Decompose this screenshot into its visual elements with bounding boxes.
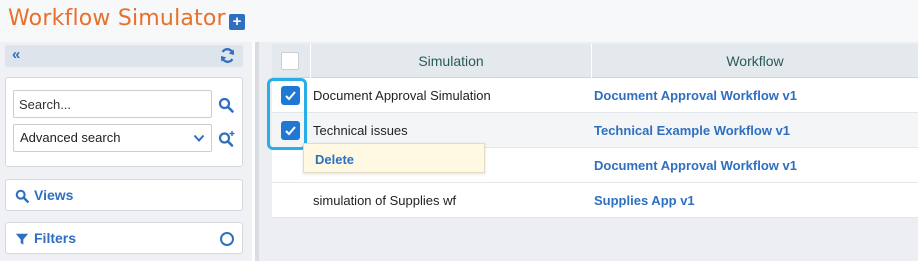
filter-icon	[15, 233, 29, 245]
sidebar-collapse-bar: «	[5, 45, 243, 67]
filters-panel[interactable]: Filters	[5, 222, 243, 254]
delete-menu-item[interactable]: Delete	[315, 152, 354, 167]
app-title: Workflow Simulator	[8, 6, 226, 31]
search-icon	[15, 189, 29, 203]
add-simulation-button[interactable]: +	[229, 14, 245, 30]
advanced-search-label: Advanced search	[20, 130, 121, 145]
workflow-link[interactable]: Supplies App v1	[594, 183, 695, 218]
selection-highlight	[267, 78, 307, 150]
simulations-grid: Simulation Workflow Document Approval Si…	[272, 44, 918, 218]
table-row[interactable]: Document Approval Simulation Document Ap…	[272, 78, 918, 113]
circle-icon[interactable]	[220, 232, 234, 246]
chevron-down-icon	[193, 134, 205, 142]
views-panel[interactable]: Views	[5, 179, 243, 211]
refresh-icon[interactable]	[219, 47, 236, 64]
search-icon[interactable]	[218, 97, 234, 113]
search-input[interactable]	[13, 90, 212, 118]
workflow-link[interactable]: Document Approval Workflow v1	[594, 148, 797, 183]
column-header-workflow[interactable]: Workflow	[591, 44, 918, 78]
workflow-link[interactable]: Technical Example Workflow v1	[594, 113, 790, 148]
select-all-checkbox[interactable]	[281, 52, 299, 70]
app-header: Workflow Simulator +	[0, 0, 918, 42]
simulation-name[interactable]: Document Approval Simulation	[313, 78, 491, 113]
table-row[interactable]: simulation of Supplies wf Supplies App v…	[272, 183, 918, 218]
grid-header: Simulation Workflow	[272, 44, 918, 78]
views-label: Views	[34, 187, 74, 203]
column-header-simulation[interactable]: Simulation	[310, 44, 591, 78]
search-panel: Advanced search	[5, 77, 243, 167]
advanced-search-icon[interactable]	[218, 130, 236, 148]
context-menu: Delete	[303, 143, 485, 173]
sidebar: « Advanced search	[0, 42, 252, 261]
double-chevron-left-icon[interactable]: «	[12, 46, 20, 63]
workflow-link[interactable]: Document Approval Workflow v1	[594, 78, 797, 113]
simulation-name[interactable]: simulation of Supplies wf	[313, 183, 456, 218]
advanced-search-select[interactable]: Advanced search	[13, 124, 212, 152]
filters-label: Filters	[34, 230, 77, 246]
